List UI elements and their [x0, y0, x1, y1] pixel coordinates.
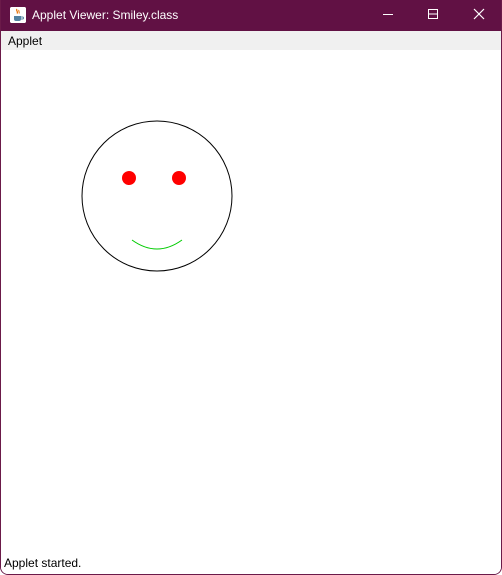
java-cup-icon[interactable]: [10, 7, 26, 23]
close-icon: [473, 7, 485, 25]
close-button[interactable]: [456, 0, 501, 31]
maximize-icon: [427, 7, 439, 25]
window-title: Applet Viewer: Smiley.class: [32, 8, 179, 22]
minimize-control[interactable]: [365, 0, 411, 31]
minimize-icon: [382, 7, 394, 25]
menu-applet[interactable]: Applet: [8, 34, 42, 48]
smiley-drawing: [81, 120, 233, 272]
status-bar: Applet started.: [1, 554, 501, 574]
right-eye: [172, 171, 186, 185]
left-eye: [122, 171, 136, 185]
applet-canvas[interactable]: [1, 50, 501, 554]
status-text: Applet started.: [4, 556, 82, 570]
applet-viewer-window: Applet Viewer: Smiley.class Applet Apple…: [0, 0, 502, 575]
maximize-button[interactable]: [410, 0, 456, 31]
menu-bar: Applet: [1, 31, 501, 50]
smile-mouth: [131, 239, 183, 250]
